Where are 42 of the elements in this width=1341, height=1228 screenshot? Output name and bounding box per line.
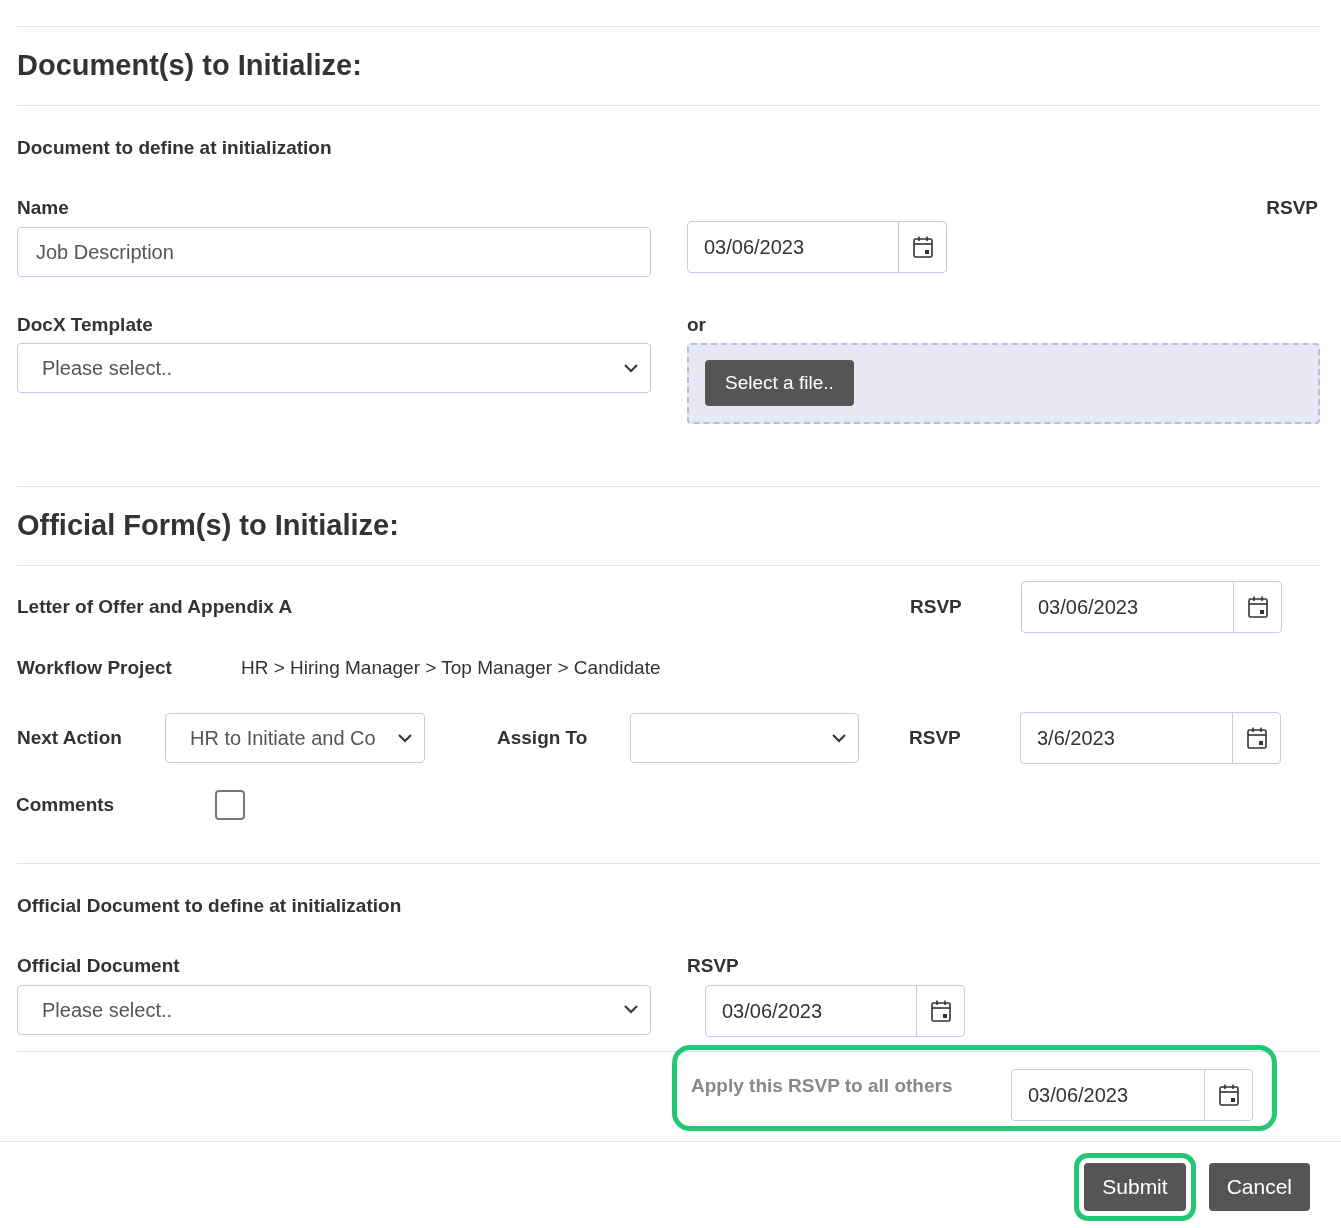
field-label: or xyxy=(687,312,707,337)
dropdown[interactable]: Please select.. xyxy=(17,984,651,1035)
date-field[interactable]: 03/06/2023 xyxy=(1021,581,1282,633)
apply-rsvp-label: Apply this RSVP to all others xyxy=(691,1073,954,1098)
field-label: Document to define at initialization xyxy=(17,137,332,158)
field-label: Official Document to define at initialization xyxy=(17,895,402,916)
workflow-path: HR > Hiring Manager > Top Manager > Candidate xyxy=(241,655,661,680)
select-file-button[interactable]: Select a file.. xyxy=(705,360,854,406)
file-drop-zone[interactable]: Select a file.. xyxy=(687,343,1320,424)
calendar-icon xyxy=(929,998,952,1023)
calendar-icon xyxy=(1217,1082,1240,1107)
field-label: Next Action xyxy=(17,726,122,748)
section-heading: Document(s) to Initialize: xyxy=(17,48,362,84)
field-label: Letter of Offer and Appendix A xyxy=(17,595,293,617)
field-label: RSVP xyxy=(687,954,740,978)
cancel-button[interactable]: Cancel xyxy=(1208,1162,1310,1211)
dropdown[interactable]: HR to Initiate and Co xyxy=(165,713,425,763)
field-label: Comments xyxy=(16,793,115,815)
field-label: RSVP xyxy=(909,726,961,748)
field-label: Workflow Project xyxy=(17,656,172,678)
calendar-icon xyxy=(911,235,934,259)
field-label: RSVP xyxy=(1266,196,1319,220)
calendar-icon xyxy=(1246,595,1269,619)
chevron-down-icon xyxy=(624,1005,638,1014)
chevron-down-icon xyxy=(398,733,412,743)
field-label: Assign To xyxy=(497,726,588,748)
field-label: Official Document xyxy=(17,954,181,978)
date-field[interactable]: 03/06/2023 xyxy=(1011,1068,1253,1121)
submit-button[interactable]: Submit xyxy=(1084,1162,1186,1211)
date-field[interactable]: 3/6/2023 xyxy=(1020,712,1281,764)
field-label: DocX Template xyxy=(17,312,154,337)
chevron-down-icon xyxy=(624,363,638,373)
chevron-down-icon xyxy=(832,733,846,743)
section-heading: Official Form(s) to Initialize: xyxy=(17,508,399,544)
date-field[interactable]: 03/06/2023 xyxy=(705,984,965,1037)
date-field[interactable]: 03/06/2023 xyxy=(687,221,947,273)
field-label: Name xyxy=(17,196,70,220)
comments-checkbox[interactable] xyxy=(215,790,245,820)
calendar-icon xyxy=(1245,726,1268,750)
dropdown[interactable]: Please select.. xyxy=(17,343,651,393)
field-label: RSVP xyxy=(910,595,962,617)
name-input[interactable]: Job Description xyxy=(17,226,651,277)
